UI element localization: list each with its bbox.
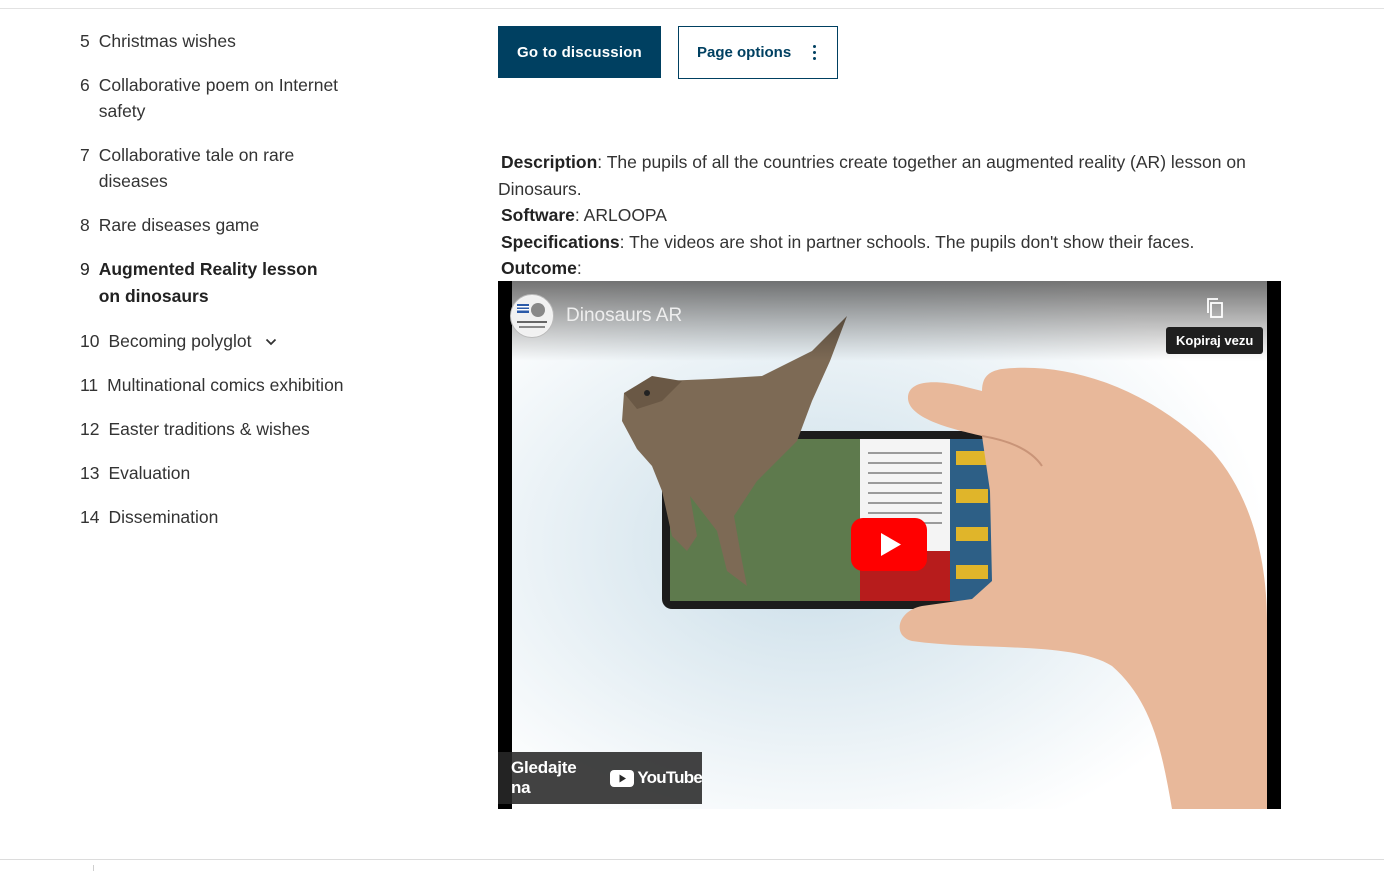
nav-item-label: Collaborative tale on rare diseases (98, 145, 295, 191)
top-divider (0, 8, 1384, 9)
nav-item-number: 11 (80, 375, 99, 395)
watch-on-youtube-button[interactable]: Gledajte na YouTube (498, 752, 703, 804)
sidebar-nav: 5 Christmas wishes 6 Collaborative poem … (80, 28, 380, 548)
channel-avatar[interactable] (510, 294, 554, 338)
nav-item-number: 7 (80, 145, 90, 165)
more-vertical-icon (813, 45, 817, 60)
description-text: : The pupils of all the countries create… (498, 152, 1246, 199)
nav-item-label: Collaborative poem on Internet safety (98, 75, 339, 121)
nav-item-number: 9 (80, 259, 90, 279)
activity-description: Description: The pupils of all the count… (498, 149, 1288, 282)
nav-item-label: Christmas wishes (98, 31, 236, 51)
nav-item-internet-safety-poem[interactable]: 6 Collaborative poem on Internet safety (80, 72, 380, 124)
software-paragraph: Software: ARLOOPA (498, 202, 1288, 229)
nav-item-label: Rare diseases game (98, 215, 260, 235)
nav-item-easter-traditions[interactable]: 12 Easter traditions & wishes (80, 416, 380, 442)
go-to-discussion-label: Go to discussion (517, 43, 642, 61)
nav-item-comics-exhibition[interactable]: 11 Multinational comics exhibition (80, 372, 380, 398)
nav-item-number: 13 (80, 463, 100, 483)
specifications-text: : The videos are shot in partner schools… (619, 231, 1195, 252)
page-options-button[interactable]: Page options (678, 26, 838, 79)
specifications-label: Specifications (501, 231, 620, 252)
nav-item-label: Evaluation (108, 463, 191, 483)
nav-item-number: 10 (80, 331, 100, 351)
copy-icon[interactable] (1204, 296, 1226, 320)
play-icon[interactable] (851, 518, 927, 571)
specifications-paragraph: Specifications: The videos are shot in p… (498, 229, 1288, 256)
nav-item-becoming-polyglot[interactable]: 10 Becoming polyglot (80, 328, 380, 354)
bottom-divider-tick (93, 865, 94, 871)
watch-on-label: Gledajte na (511, 758, 577, 797)
chevron-down-icon[interactable] (265, 327, 277, 353)
page: 5 Christmas wishes 6 Collaborative poem … (0, 0, 1384, 871)
youtube-wordmark: YouTube (637, 768, 702, 787)
software-label: Software (501, 205, 575, 225)
video-title[interactable]: Dinosaurs AR (566, 305, 682, 327)
nav-item-number: 6 (80, 75, 90, 95)
page-options-label: Page options (697, 44, 792, 61)
nav-item-label: Easter traditions & wishes (108, 419, 310, 439)
nav-item-evaluation[interactable]: 13 Evaluation (80, 460, 380, 486)
nav-item-rare-diseases-game[interactable]: 8 Rare diseases game (80, 212, 380, 238)
youtube-video-embed[interactable]: Dinosaurs AR Kopiraj vezu Gledajte na Yo… (498, 281, 1281, 809)
nav-item-ar-dinosaurs[interactable]: 9 Augmented Reality lesson on dinosaurs (80, 256, 380, 310)
nav-item-label: Becoming polyglot (108, 331, 252, 351)
nav-item-label: Dissemination (108, 507, 219, 527)
go-to-discussion-button[interactable]: Go to discussion (498, 26, 661, 78)
nav-item-label: Augmented Reality lesson on dinosaurs (98, 259, 318, 306)
nav-item-dissemination[interactable]: 14 Dissemination (80, 504, 380, 530)
nav-item-christmas-wishes[interactable]: 5 Christmas wishes (80, 28, 380, 54)
outcome-text: : (576, 258, 582, 278)
outcome-paragraph: Outcome: (498, 255, 1288, 282)
description-label: Description (501, 152, 598, 172)
outcome-label: Outcome (501, 258, 577, 278)
nav-item-label: Multinational comics exhibition (107, 375, 344, 395)
nav-item-number: 5 (80, 31, 90, 51)
nav-item-number: 8 (80, 215, 90, 235)
nav-item-rare-diseases-tale[interactable]: 7 Collaborative tale on rare diseases (80, 142, 380, 194)
youtube-logo-icon: YouTube (610, 768, 703, 788)
nav-item-number: 14 (80, 507, 100, 527)
nav-item-number: 12 (80, 419, 100, 439)
description-paragraph: Description: The pupils of all the count… (498, 149, 1288, 202)
software-text: : ARLOOPA (574, 205, 667, 225)
bottom-divider (0, 859, 1384, 860)
copy-link-tooltip: Kopiraj vezu (1166, 327, 1264, 354)
